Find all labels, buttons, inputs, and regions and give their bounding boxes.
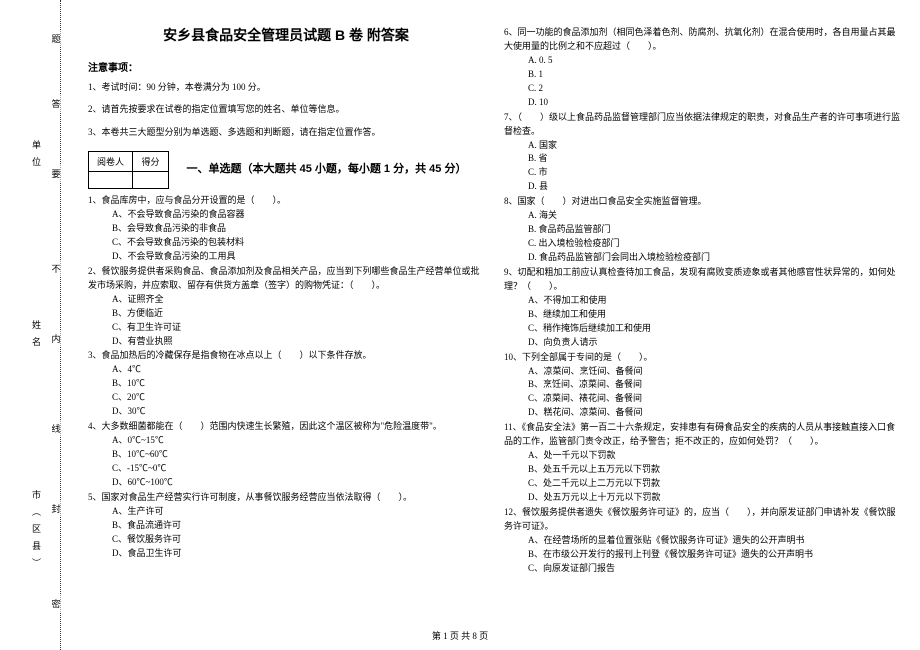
- instruction-1: 1、考试时间：90 分钟，本卷满分为 100 分。: [88, 80, 484, 94]
- score-cell-reviewer: [89, 172, 133, 189]
- question-option: C、稍作掩饰后继续加工和使用: [504, 322, 900, 336]
- question-text: 12、餐饮服务提供者遗失《餐饮服务许可证》的，应当（ ），并向原发证部门申请补发…: [504, 506, 900, 534]
- question-option: C、有卫生许可证: [88, 321, 484, 335]
- seal-char-nei: 内: [51, 330, 60, 347]
- question-option: B、烹饪间、凉菜间、备餐间: [504, 378, 900, 392]
- question-option: D、糕花间、凉菜间、备餐间: [504, 406, 900, 420]
- question-text: 9、切配和粗加工前应认真检查待加工食品，发现有腐败变质迹象或者其他感官性状异常的…: [504, 266, 900, 294]
- question-option: A、4℃: [88, 363, 484, 377]
- score-table: 阅卷人 得分: [88, 151, 169, 189]
- question-option: A、不会导致食品污染的食品容器: [88, 208, 484, 222]
- question-option: D、向负责人请示: [504, 336, 900, 350]
- question-text: 4、大多数细菌都能在（ ）范围内快速生长繁殖，因此这个温区被称为"危险温度带"。: [88, 420, 484, 434]
- label-name: 姓名: [30, 320, 43, 354]
- question-option: C. 出入境检验检疫部门: [504, 237, 900, 251]
- question-option: A、凉菜间、烹饪间、备餐间: [504, 365, 900, 379]
- question-option: B、会导致食品污染的非食品: [88, 222, 484, 236]
- binding-margin: 密 封 线 内 不 要 答 题 市（区县） 姓名 单位: [0, 0, 78, 650]
- left-column: 安乡县食品安全管理员试题 B 卷 附答案 注意事项： 1、考试时间：90 分钟，…: [88, 25, 484, 640]
- question-option: B、10℃: [88, 377, 484, 391]
- question-text: 11、《食品安全法》第一百二十六条规定，安排患有有碍食品安全的疾病的人员从事接触…: [504, 421, 900, 449]
- question-option: A、0℃~15℃: [88, 434, 484, 448]
- question-option: B、继续加工和使用: [504, 308, 900, 322]
- seal-char-ti: 题: [51, 30, 60, 47]
- right-column: 6、同一功能的食品添加剂（相同色泽着色剂、防腐剂、抗氧化剂）在混合使用时，各自用…: [504, 25, 900, 640]
- seal-char-da: 答: [51, 95, 60, 112]
- question-text: 8、国家（ ）对进出口食品安全实施监督管理。: [504, 195, 900, 209]
- question-option: C. 2: [504, 82, 900, 96]
- question-option: C、向原发证部门报告: [504, 562, 900, 576]
- question-text: 7、（ ）级以上食品药品监督管理部门应当依据法律规定的职责，对食品生产者的许可事…: [504, 111, 900, 139]
- seal-char-yao: 要: [51, 165, 60, 182]
- question-option: B、方便临近: [88, 307, 484, 321]
- question-option: A. 海关: [504, 209, 900, 223]
- score-header-reviewer: 阅卷人: [89, 152, 133, 172]
- exam-title: 安乡县食品安全管理员试题 B 卷 附答案: [88, 25, 484, 45]
- question-option: B、处五千元以上五万元以下罚款: [504, 463, 900, 477]
- score-and-part-row: 阅卷人 得分 一、单选题（本大题共 45 小题，每小题 1 分，共 45 分）: [88, 147, 484, 193]
- question-text: 6、同一功能的食品添加剂（相同色泽着色剂、防腐剂、抗氧化剂）在混合使用时，各自用…: [504, 26, 900, 54]
- question-option: A. 0. 5: [504, 54, 900, 68]
- question-option: B、在市级公开发行的报刊上刊登《餐饮服务许可证》遗失的公开声明书: [504, 548, 900, 562]
- question-option: D. 10: [504, 96, 900, 110]
- left-questions-block: 1、食品库房中，应与食品分开设置的是（ ）。A、不会导致食品污染的食品容器B、会…: [88, 193, 484, 560]
- question-text: 3、食品加热后的冷藏保存是指食物在冰点以上（ ）以下条件存放。: [88, 349, 484, 363]
- main-content: 安乡县食品安全管理员试题 B 卷 附答案 注意事项： 1、考试时间：90 分钟，…: [78, 0, 920, 650]
- question-option: B. 省: [504, 152, 900, 166]
- seal-char-feng: 封: [51, 500, 60, 517]
- question-option: C、不会导致食品污染的包装材料: [88, 236, 484, 250]
- question-text: 2、餐饮服务提供者采购食品、食品添加剂及食品相关产品，应当到下列哪些食品生产经营…: [88, 265, 484, 293]
- question-text: 1、食品库房中，应与食品分开设置的是（ ）。: [88, 194, 484, 208]
- seal-char-mi: 密: [51, 595, 60, 612]
- question-option: D、不会导致食品污染的工用具: [88, 250, 484, 264]
- seal-char-bu: 不: [51, 260, 60, 277]
- question-option: D、30℃: [88, 405, 484, 419]
- question-option: A、在经营场所的显着位置张贴《餐饮服务许可证》遗失的公开声明书: [504, 534, 900, 548]
- question-option: C、餐饮服务许可: [88, 533, 484, 547]
- question-option: D、食品卫生许可: [88, 547, 484, 561]
- question-option: A、生产许可: [88, 505, 484, 519]
- question-option: A. 国家: [504, 139, 900, 153]
- instruction-3: 3、本卷共三大题型分别为单选题、多选题和判断题，请在指定位置作答。: [88, 125, 484, 139]
- right-questions-block: 6、同一功能的食品添加剂（相同色泽着色剂、防腐剂、抗氧化剂）在混合使用时，各自用…: [504, 25, 900, 576]
- question-option: B、食品流通许可: [88, 519, 484, 533]
- seal-char-xian: 线: [51, 420, 60, 437]
- question-option: C. 市: [504, 166, 900, 180]
- question-option: B、10℃~60℃: [88, 448, 484, 462]
- question-option: C、凉菜间、裱花间、备餐间: [504, 392, 900, 406]
- score-cell-score: [133, 172, 169, 189]
- question-option: B. 1: [504, 68, 900, 82]
- question-option: A、证照齐全: [88, 293, 484, 307]
- question-option: C、20℃: [88, 391, 484, 405]
- question-option: D、60℃~100℃: [88, 476, 484, 490]
- score-header-score: 得分: [133, 152, 169, 172]
- question-option: D. 县: [504, 180, 900, 194]
- question-option: D、处五万元以上十万元以下罚款: [504, 491, 900, 505]
- question-option: B. 食品药品监管部门: [504, 223, 900, 237]
- label-city: 市（区县）: [30, 490, 43, 575]
- question-option: D. 食品药品监管部门会同出入境检验检疫部门: [504, 251, 900, 265]
- question-option: C、-15℃~0℃: [88, 462, 484, 476]
- question-option: A、不得加工和使用: [504, 294, 900, 308]
- question-option: A、处一千元以下罚款: [504, 449, 900, 463]
- page-footer: 第 1 页 共 8 页: [0, 629, 920, 642]
- question-text: 5、国家对食品生产经营实行许可制度，从事餐饮服务经营应当依法取得（ ）。: [88, 491, 484, 505]
- question-option: C、处二千元以上二万元以下罚款: [504, 477, 900, 491]
- question-text: 10、下列全部属于专间的是（ ）。: [504, 351, 900, 365]
- question-option: D、有营业执照: [88, 335, 484, 349]
- notice-heading: 注意事项：: [88, 59, 484, 74]
- instruction-2: 2、请首先按要求在试卷的指定位置填写您的姓名、单位等信息。: [88, 102, 484, 116]
- part1-title: 一、单选题（本大题共 45 小题，每小题 1 分，共 45 分）: [169, 160, 484, 176]
- label-unit: 单位: [30, 140, 43, 174]
